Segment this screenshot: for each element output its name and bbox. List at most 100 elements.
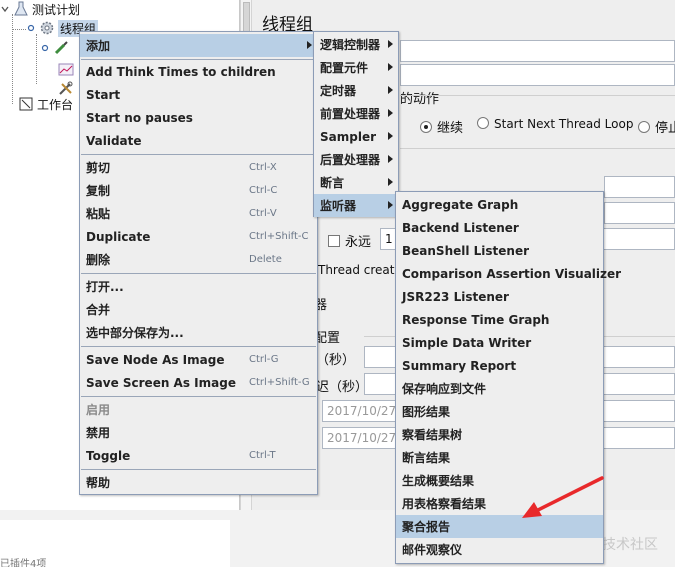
name-field[interactable] [400, 40, 675, 62]
radio-icon[interactable] [638, 121, 650, 133]
checkbox-icon[interactable] [328, 235, 340, 247]
menu-item-sampler[interactable]: Sampler [314, 125, 398, 148]
divider [400, 148, 675, 149]
startup-delay-label: 迟（秒） [316, 380, 369, 395]
menu-item-label: 启用 [86, 403, 111, 417]
submenu-arrow-icon [388, 155, 393, 163]
menu-item-label: Start [86, 87, 121, 102]
menu-item-merge[interactable]: 合并 [80, 298, 317, 321]
menu-item-label: 断言结果 [402, 451, 451, 465]
expand-toggle-icon[interactable] [40, 40, 50, 56]
menu-item-save-selection[interactable]: 选中部分保存为... [80, 321, 317, 344]
menu-item-comparison-assertion-visualizer[interactable]: Comparison Assertion Visualizer [396, 262, 621, 285]
submenu-arrow-icon [388, 63, 393, 71]
menu-item-pre-processor[interactable]: 前置处理器 [314, 102, 398, 125]
tree-connector [36, 34, 37, 84]
menu-item-timer[interactable]: 定时器 [314, 79, 398, 102]
menu-item-save-responses-to-file[interactable]: 保存响应到文件 [396, 377, 603, 400]
menu-item-post-processor[interactable]: 后置处理器 [314, 148, 398, 171]
menu-item-copy[interactable]: 复制 Ctrl-C [80, 179, 317, 202]
threads-field[interactable] [604, 176, 675, 198]
menu-item-label: Sampler [320, 129, 377, 144]
tree-node-workbench[interactable]: 工作台 [6, 95, 73, 113]
menu-item-label: Start no pauses [86, 110, 193, 125]
menu-item-label: 邮件观察仪 [402, 543, 463, 557]
menu-item-duplicate[interactable]: Duplicate Ctrl+Shift-C [80, 225, 317, 248]
tree-node-test-plan[interactable]: 测试计划 [0, 0, 80, 18]
workbench-icon [18, 96, 34, 112]
radio-icon[interactable] [477, 117, 489, 129]
menu-item-start[interactable]: Start [80, 83, 317, 106]
action-continue-option[interactable]: 继续 [420, 117, 463, 136]
menu-item-add-think-times[interactable]: Add Think Times to children [80, 60, 317, 83]
menu-item-label: 断言 [320, 176, 345, 190]
menu-item-label: 定时器 [320, 84, 357, 98]
menu-item-cut[interactable]: 剪切 Ctrl-X [80, 156, 317, 179]
action-next-loop-option[interactable]: Start Next Thread Loop [477, 117, 633, 131]
menu-item-label: 删除 [86, 253, 111, 267]
divider [400, 95, 675, 96]
menu-item-logic-controller[interactable]: 逻辑控制器 [314, 33, 398, 56]
status-text: 已插件4项 [0, 559, 47, 567]
menu-item-label: Save Screen As Image [86, 375, 236, 390]
menu-item-config-element[interactable]: 配置元件 [314, 56, 398, 79]
menu-shortcut: Ctrl-C [249, 185, 278, 196]
tree-node-listener[interactable] [58, 60, 77, 78]
menu-item-assertion[interactable]: 断言 [314, 171, 398, 194]
menu-item-response-time-graph[interactable]: Response Time Graph [396, 308, 603, 331]
menu-separator [81, 273, 316, 274]
menu-item-backend-listener[interactable]: Backend Listener [396, 216, 603, 239]
tree-node-sampler[interactable] [40, 39, 72, 57]
checkbox-label: 永远 [345, 235, 372, 250]
menu-item-add[interactable]: 添加 [80, 34, 317, 57]
ramp-up-field[interactable] [604, 202, 675, 224]
menu-item-view-results-tree[interactable]: 察看结果树 [396, 423, 603, 446]
menu-item-label: 添加 [86, 39, 111, 53]
menu-item-start-no-pauses[interactable]: Start no pauses [80, 106, 317, 129]
radio-selected-icon[interactable] [420, 121, 432, 133]
menu-item-summary-report[interactable]: Summary Report [396, 354, 603, 377]
loop-forever-checkbox[interactable]: 永远 [328, 231, 371, 250]
menu-item-paste[interactable]: 粘贴 Ctrl-V [80, 202, 317, 225]
sampler-error-action-label: 的动作 [400, 92, 440, 107]
menu-item-delete[interactable]: 删除 Delete [80, 248, 317, 271]
menu-item-aggregate-graph[interactable]: Aggregate Graph [396, 193, 603, 216]
menu-item-jsr223-listener[interactable]: JSR223 Listener [396, 285, 603, 308]
menu-item-open[interactable]: 打开... [80, 275, 317, 298]
menu-item-label: 聚合报告 [402, 520, 451, 534]
menu-item-graph-results[interactable]: 图形结果 [396, 400, 603, 423]
tools-icon [58, 80, 74, 96]
graph-results-icon [58, 61, 74, 77]
comments-field[interactable] [400, 64, 675, 86]
menu-item-label: 察看结果树 [402, 428, 463, 442]
menu-separator [81, 154, 316, 155]
menu-separator [81, 396, 316, 397]
menu-shortcut: Delete [249, 254, 282, 265]
menu-item-beanshell-listener[interactable]: BeanShell Listener [396, 239, 603, 262]
menu-item-mailer-visualizer[interactable]: 邮件观察仪 [396, 538, 603, 561]
menu-item-save-screen-image[interactable]: Save Screen As Image Ctrl+Shift-G [80, 371, 317, 394]
expand-toggle-icon[interactable] [0, 1, 10, 17]
test-plan-icon [13, 1, 29, 17]
submenu-arrow-icon [388, 40, 393, 48]
submenu-arrow-icon [388, 109, 393, 117]
menu-item-help[interactable]: 帮助 [80, 471, 317, 494]
menu-item-simple-data-writer[interactable]: Simple Data Writer [396, 331, 603, 354]
menu-item-label: 监听器 [320, 199, 357, 213]
menu-shortcut: Ctrl+Shift-G [249, 377, 310, 388]
menu-item-label: Validate [86, 133, 142, 148]
action-stop-option[interactable]: 停止 [638, 117, 675, 136]
option-label: Start Next Thread Loop [494, 117, 634, 131]
menu-item-assertion-results[interactable]: 断言结果 [396, 446, 603, 469]
menu-item-label: JSR223 Listener [402, 289, 509, 304]
expand-toggle-icon[interactable] [26, 20, 36, 36]
option-label: 停止 [655, 121, 675, 136]
menu-item-validate[interactable]: Validate [80, 129, 317, 152]
menu-item-label: 逻辑控制器 [320, 38, 381, 52]
menu-item-listener[interactable]: 监听器 [314, 194, 398, 217]
submenu-arrow-icon [388, 86, 393, 94]
menu-item-toggle[interactable]: Toggle Ctrl-T [80, 444, 317, 467]
menu-item-label: 用表格察看结果 [402, 497, 487, 511]
menu-item-disable[interactable]: 禁用 [80, 421, 317, 444]
menu-item-save-node-image[interactable]: Save Node As Image Ctrl-G [80, 348, 317, 371]
